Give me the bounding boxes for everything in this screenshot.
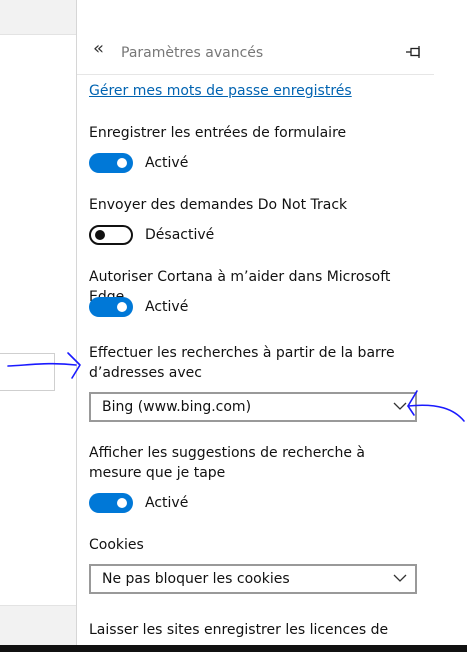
cortana-state: Activé [145,299,189,315]
search-engine-select[interactable]: Bing (www.bing.com) [89,392,417,422]
toggle-knob [95,230,105,240]
do-not-track-toggle[interactable] [89,225,133,245]
suggestions-label: Afficher les suggestions de recherche à … [89,445,366,481]
chevron-down-icon [393,574,407,582]
page-top-bar [0,0,76,35]
page-content-area [0,0,76,652]
licenses-label: Laisser les sites enregistrer les licenc… [89,622,389,638]
search-engine-value: Bing (www.bing.com) [102,399,252,415]
panel-header: « Paramètres avancés [77,0,434,75]
annotation-arrow-right [407,390,465,422]
toggle-knob [117,498,127,508]
cookies-label: Cookies [89,537,144,553]
right-gutter [434,0,467,652]
panel-title: Paramètres avancés [121,45,264,61]
annotation-arrow-left [7,352,81,379]
taskbar-edge [0,645,467,652]
search-engine-label: Effectuer les recherches à partir de la … [89,345,395,381]
do-not-track-label: Envoyer des demandes Do Not Track [89,197,348,213]
cortana-toggle[interactable] [89,297,133,317]
suggestions-toggle[interactable] [89,493,133,513]
form-entries-state: Activé [145,155,189,171]
pin-icon[interactable] [405,45,423,59]
manage-passwords-link[interactable]: Gérer mes mots de passe enregistrés [89,83,352,99]
form-entries-label: Enregistrer les entrées de formulaire [89,125,347,141]
cortana-label: Autoriser Cortana à m’aider dans Microso… [89,269,391,305]
suggestions-state: Activé [145,495,189,511]
toggle-knob [117,302,127,312]
cookies-value: Ne pas bloquer les cookies [102,571,290,587]
do-not-track-state: Désactivé [145,227,215,243]
cookies-select[interactable]: Ne pas bloquer les cookies [89,564,417,594]
form-entries-toggle[interactable] [89,153,133,173]
toggle-knob [117,158,127,168]
edge-window: « Paramètres avancés Gérer mes mots de p… [0,0,467,652]
double-chevron-left-icon[interactable]: « [93,40,104,58]
advanced-settings-panel: « Paramètres avancés Gérer mes mots de p… [76,0,434,652]
